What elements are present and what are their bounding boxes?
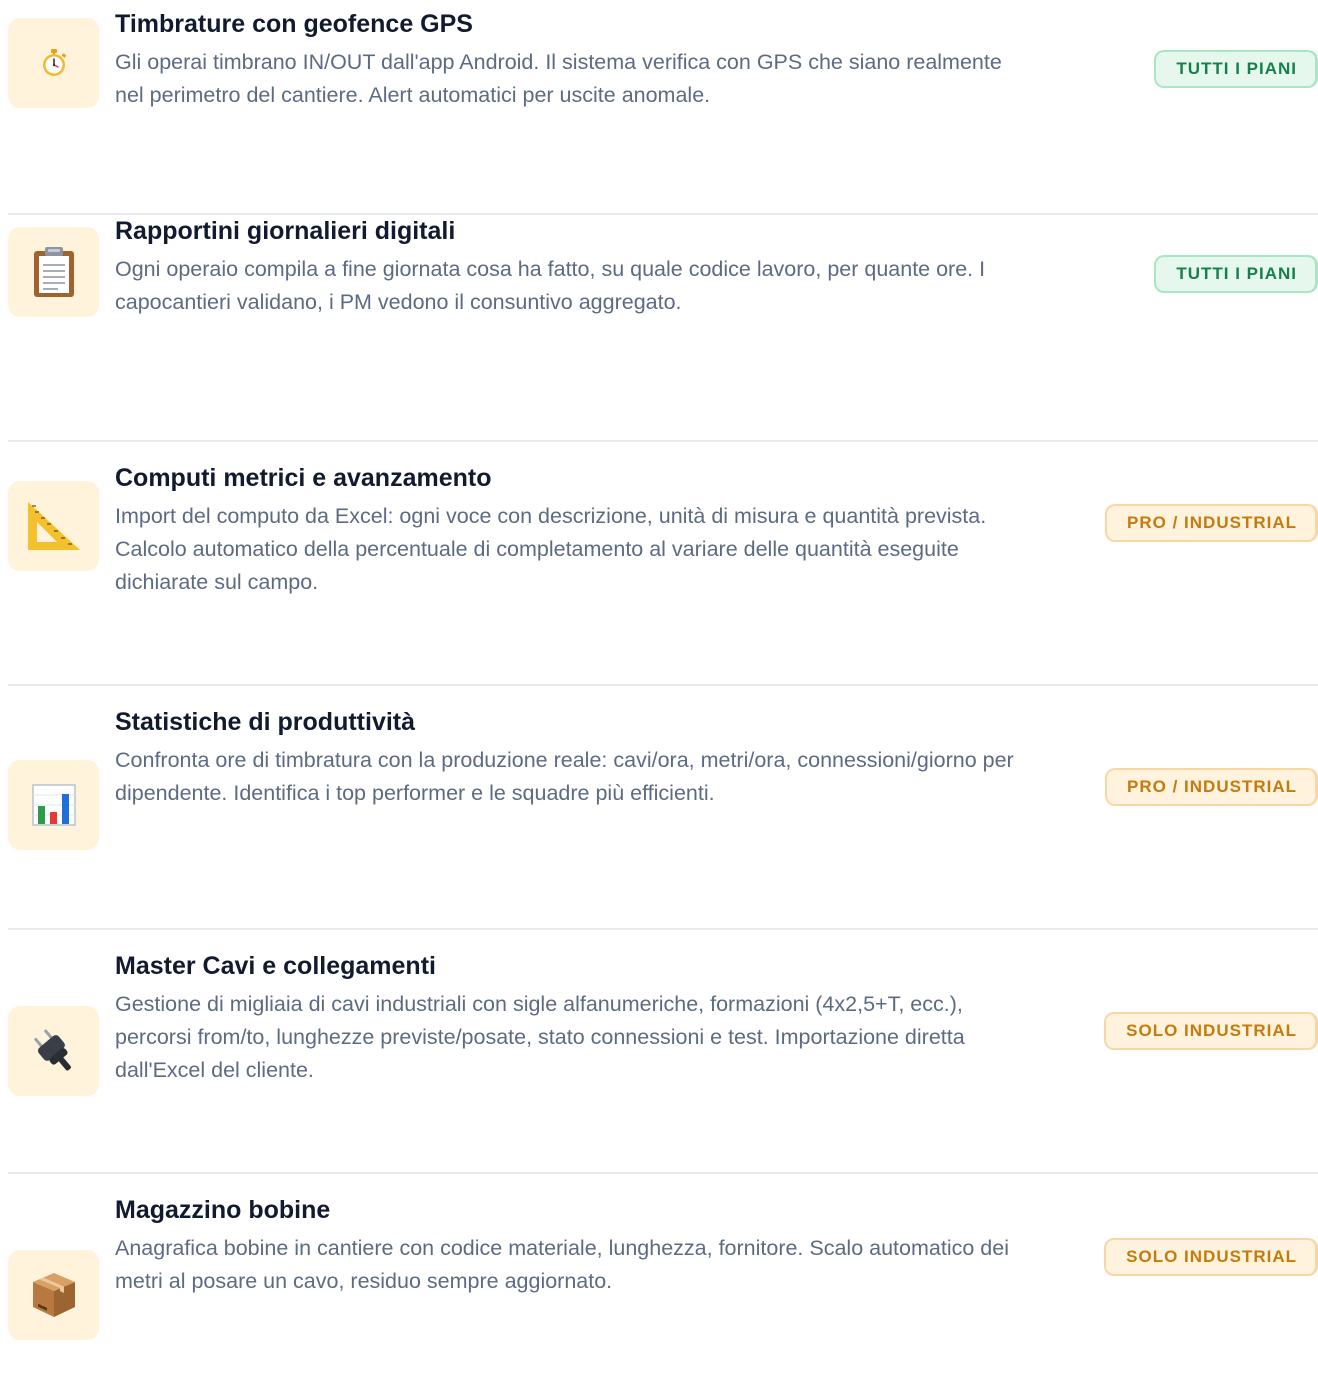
feature-row-computi: Computi metrici e avanzamento Import del…	[8, 442, 1318, 686]
feature-title: Statistiche di produttività	[115, 708, 416, 736]
feature-description: Gli operai timbrano IN/OUT dall'app Andr…	[115, 50, 1002, 107]
feature-text: Computi metrici e avanzamento Import del…	[115, 462, 1015, 599]
feature-icon-box	[8, 760, 99, 850]
feature-row-magazzino: Magazzino bobine Anagrafica bobine in ca…	[8, 1174, 1318, 1399]
feature-title: Magazzino bobine	[115, 1196, 331, 1224]
feature-icon-box	[8, 1250, 99, 1340]
feature-text: Timbrature con geofence GPS Gli operai t…	[115, 8, 1015, 112]
plan-badge: PRO / INDUSTRIAL	[1105, 504, 1318, 542]
feature-description: Ogni operaio compila a fine giornata cos…	[115, 257, 986, 314]
feature-description: Confronta ore di timbratura con la produ…	[115, 748, 1014, 805]
clipboard-icon	[33, 247, 74, 297]
feature-row-statistiche: Statistiche di produttività Confronta or…	[8, 686, 1318, 930]
plan-badge: SOLO INDUSTRIAL	[1104, 1012, 1318, 1050]
feature-icon-box	[8, 1006, 99, 1096]
plan-badge: TUTTI I PIANI	[1154, 50, 1318, 88]
plan-badge: PRO / INDUSTRIAL	[1105, 768, 1318, 806]
feature-icon-box	[8, 18, 99, 108]
feature-text: Statistiche di produttività Confronta or…	[115, 706, 1015, 810]
feature-row-rapportini: Rapportini giornalieri digitali Ogni ope…	[8, 215, 1318, 442]
feature-row-master-cavi: Master Cavi e collegamenti Gestione di m…	[8, 930, 1318, 1174]
feature-text: Magazzino bobine Anagrafica bobine in ca…	[115, 1194, 1015, 1298]
feature-row-timbrature: Timbrature con geofence GPS Gli operai t…	[8, 0, 1318, 215]
triangular-ruler-icon	[27, 502, 80, 550]
feature-description: Anagrafica bobine in cantiere con codice…	[115, 1236, 1009, 1293]
feature-list: Timbrature con geofence GPS Gli operai t…	[8, 0, 1318, 1399]
feature-description: Gestione di migliaia di cavi industriali…	[115, 992, 965, 1082]
feature-title: Timbrature con geofence GPS	[115, 10, 473, 38]
feature-icon-box	[8, 481, 99, 571]
bar-chart-icon	[31, 784, 76, 826]
feature-icon-box	[8, 227, 99, 317]
plan-badge: SOLO INDUSTRIAL	[1104, 1238, 1318, 1276]
plan-badge: TUTTI I PIANI	[1154, 255, 1318, 293]
feature-description: Import del computo da Excel: ogni voce c…	[115, 504, 987, 594]
electric-plug-icon	[33, 1029, 71, 1071]
feature-text: Master Cavi e collegamenti Gestione di m…	[115, 950, 1015, 1087]
feature-title: Rapportini giornalieri digitali	[115, 217, 456, 245]
stopwatch-icon	[42, 49, 66, 76]
feature-title: Computi metrici e avanzamento	[115, 464, 492, 492]
package-icon	[32, 1273, 75, 1317]
feature-text: Rapportini giornalieri digitali Ogni ope…	[115, 215, 1015, 319]
feature-title: Master Cavi e collegamenti	[115, 952, 436, 980]
